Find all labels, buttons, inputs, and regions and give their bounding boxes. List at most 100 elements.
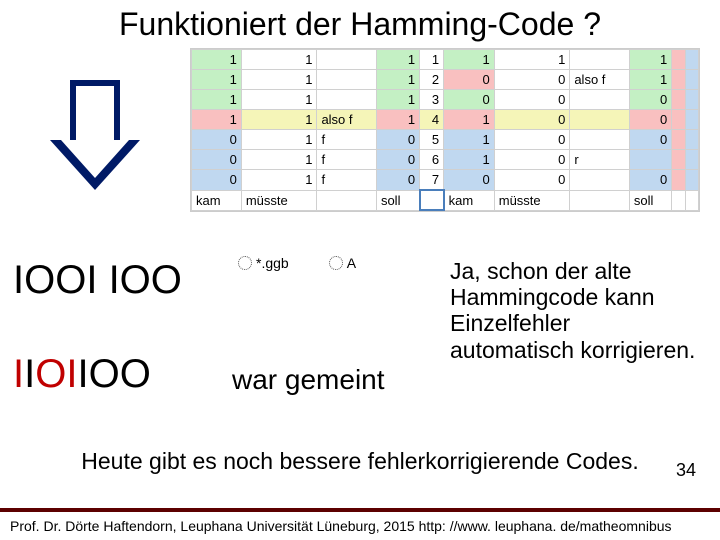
cell: 1 — [241, 150, 317, 170]
cell — [570, 110, 630, 130]
cell — [672, 50, 685, 70]
cell: 1 — [241, 70, 317, 90]
footer-credits: Prof. Dr. Dörte Haftendorn, Leuphana Uni… — [0, 508, 720, 540]
cell — [685, 130, 698, 150]
cell — [672, 150, 685, 170]
cell: f — [317, 170, 377, 191]
cell: 0 — [376, 130, 419, 150]
page-number: 34 — [676, 460, 696, 481]
cell: 1 — [376, 110, 419, 130]
hamming-table: 1 1 1 1 1 1 1 1 1 1 2 0 0 also f 1 1 1 1… — [190, 48, 700, 212]
circle-icon — [238, 256, 252, 270]
file-icons: *.ggb A — [238, 255, 356, 271]
cell: 1 — [629, 70, 671, 90]
cell: 0 — [494, 110, 570, 130]
cell: 1 — [444, 130, 495, 150]
down-arrow-icon — [50, 80, 140, 220]
cell: 1 — [192, 50, 242, 70]
circle-icon — [329, 256, 343, 270]
cell — [685, 70, 698, 90]
cell: 0 — [629, 90, 671, 110]
cell: 1 — [376, 70, 419, 90]
intended-code: I I OI IOO — [13, 352, 151, 397]
cell: 0 — [494, 130, 570, 150]
cell — [317, 90, 377, 110]
cell: 1 — [494, 50, 570, 70]
cell: 1 — [629, 50, 671, 70]
cell: 0 — [444, 70, 495, 90]
ggb-label: *.ggb — [256, 255, 289, 271]
cell: 1 — [192, 90, 242, 110]
cell: 0 — [192, 130, 242, 150]
cell: 0 — [494, 170, 570, 191]
cell: 1 — [241, 50, 317, 70]
cell: 0 — [444, 90, 495, 110]
cell: 0 — [376, 170, 419, 191]
cell — [685, 50, 698, 70]
col-header: kam — [192, 190, 242, 210]
ggb-file-icon: *.ggb — [238, 255, 289, 271]
col-header: kam — [444, 190, 495, 210]
cell — [570, 170, 630, 191]
cell: 0 — [494, 70, 570, 90]
cell — [672, 170, 685, 191]
cell: 1 — [192, 110, 242, 130]
cell — [685, 150, 698, 170]
cell — [672, 70, 685, 90]
cell: 1 — [241, 90, 317, 110]
cell — [317, 70, 377, 90]
cell: 1 — [241, 130, 317, 150]
cell — [672, 130, 685, 150]
cell: 1 — [444, 110, 495, 130]
cell — [317, 50, 377, 70]
cell — [570, 50, 630, 70]
slide-title: Funktioniert der Hamming-Code ? — [0, 0, 720, 45]
col-header: müsste — [241, 190, 317, 210]
point-a-icon: A — [329, 255, 356, 271]
cell: 1 — [376, 50, 419, 70]
bottom-note: Heute gibt es noch bessere fehlerkorrigi… — [40, 448, 680, 475]
cell: 1 — [376, 90, 419, 110]
cell: 1 — [420, 50, 444, 70]
cell — [685, 90, 698, 110]
cell: 0 — [376, 150, 419, 170]
cell: 1 — [241, 170, 317, 191]
cell: 5 — [420, 130, 444, 150]
cell: 3 — [420, 90, 444, 110]
explanation-text: Ja, schon der alte Hammingcode kann Einz… — [450, 258, 700, 363]
focused-cell — [420, 190, 444, 210]
cell: 1 — [444, 50, 495, 70]
cell: 1 — [241, 110, 317, 130]
cell: 0 — [629, 110, 671, 130]
cell: 0 — [629, 130, 671, 150]
cell: 1 — [192, 70, 242, 90]
cell — [672, 110, 685, 130]
cell: 0 — [192, 170, 242, 191]
cell: f — [317, 130, 377, 150]
cell — [685, 110, 698, 130]
cell — [629, 150, 671, 170]
cell: r — [570, 150, 630, 170]
cell — [570, 130, 630, 150]
cell — [685, 170, 698, 191]
cell: also f — [317, 110, 377, 130]
cell: 0 — [494, 150, 570, 170]
cell: 6 — [420, 150, 444, 170]
cell: 0 — [444, 170, 495, 191]
cell: 0 — [494, 90, 570, 110]
meant-label: war gemeint — [232, 364, 385, 396]
received-code: IOOI IOO — [13, 258, 182, 303]
cell: 0 — [192, 150, 242, 170]
cell: 2 — [420, 70, 444, 90]
col-header: soll — [376, 190, 419, 210]
col-header: müsste — [494, 190, 570, 210]
cell — [570, 90, 630, 110]
cell: 4 — [420, 110, 444, 130]
cell: 1 — [444, 150, 495, 170]
cell — [672, 90, 685, 110]
cell: f — [317, 150, 377, 170]
cell: also f — [570, 70, 630, 90]
cell: 0 — [629, 170, 671, 191]
col-header: soll — [629, 190, 671, 210]
a-label: A — [347, 255, 356, 271]
